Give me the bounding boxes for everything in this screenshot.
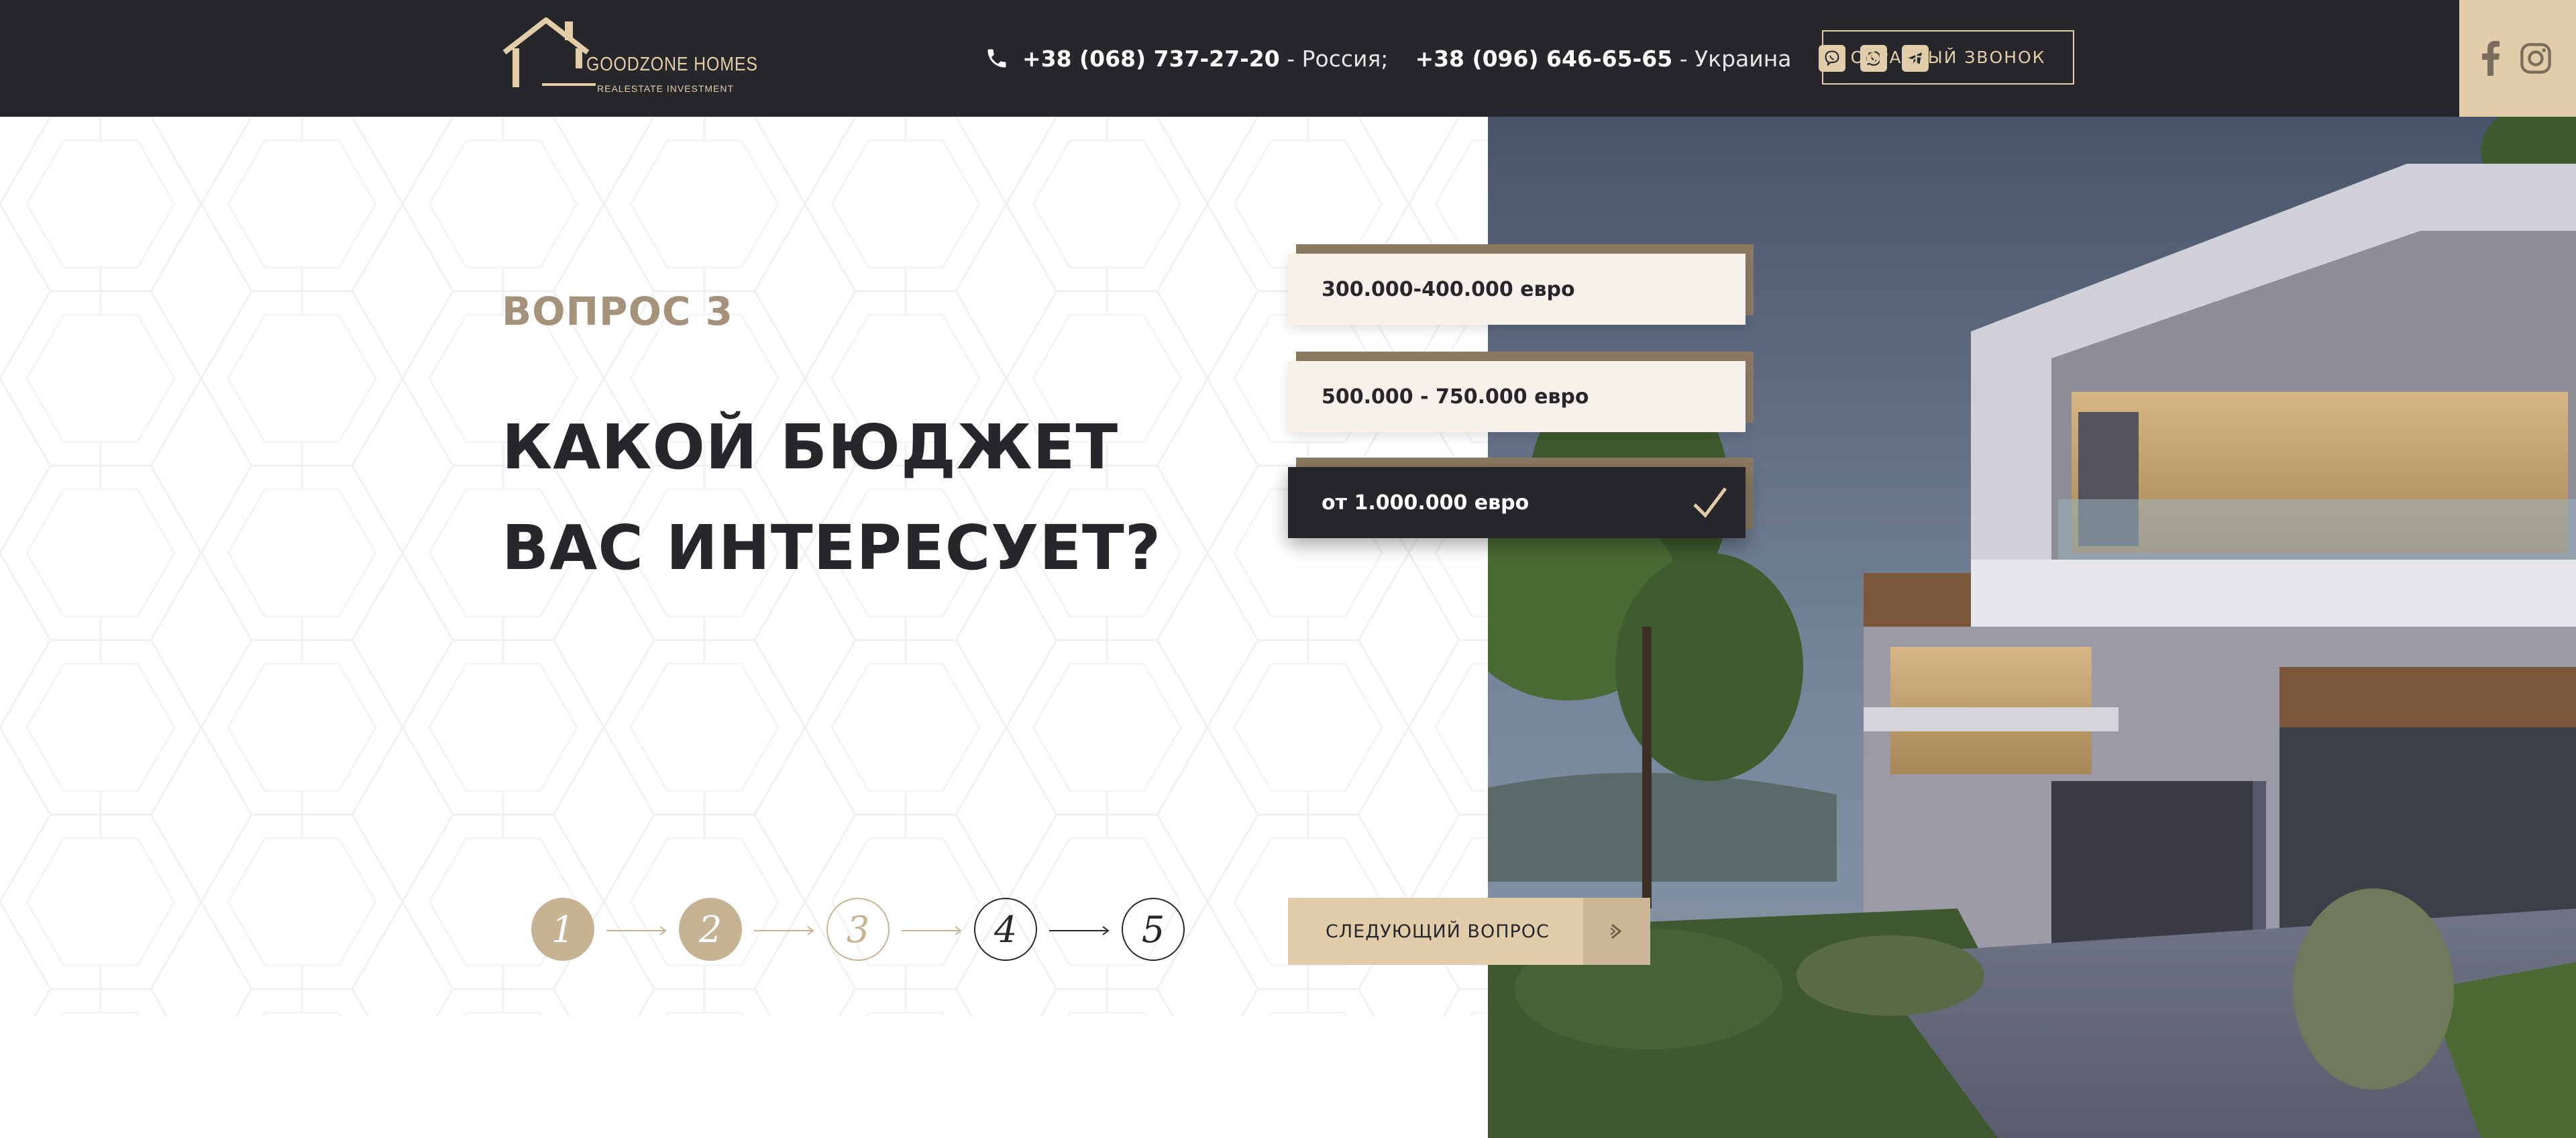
step-arrow-icon bbox=[754, 926, 814, 935]
next-question-label: СЛЕДУЮЩИЙ ВОПРОС bbox=[1326, 921, 1550, 942]
answer-option-label[interactable]: от 1.000.000 евро bbox=[1288, 467, 1746, 538]
phone-russia[interactable]: +38 (068) 737-27-20 - Россия; bbox=[1022, 46, 1388, 72]
step-3: 3 bbox=[826, 898, 890, 961]
phone-ukraine[interactable]: +38 (096) 646-65-65 - Украина bbox=[1415, 46, 1791, 72]
callback-button[interactable]: ОБРАТНЫЙ ЗВОНОК bbox=[1822, 30, 2074, 85]
house-logo-icon bbox=[502, 17, 596, 87]
phone-number-ukraine[interactable]: +38 (096) 646-65-65 bbox=[1415, 46, 1672, 72]
logo[interactable]: GOODZONE HOMES REALESTATE INVESTMENT bbox=[502, 17, 757, 101]
contact-phones: +38 (068) 737-27-20 - Россия; +38 (096) … bbox=[985, 42, 1929, 75]
next-question-button[interactable]: СЛЕДУЮЩИЙ ВОПРОС bbox=[1288, 898, 1650, 965]
phone-icon bbox=[987, 49, 1006, 68]
logo-name: GOODZONE HOMES bbox=[586, 54, 758, 75]
step-1: 1 bbox=[531, 898, 594, 961]
question-number: ВОПРОС 3 bbox=[502, 289, 733, 334]
background-pattern bbox=[0, 117, 1488, 1016]
question-title-line-2: ВАС ИНТЕРЕСУЕТ? bbox=[502, 512, 1162, 584]
answer-option-label[interactable]: 500.000 - 750.000 евро bbox=[1288, 361, 1746, 432]
phone-country-russia: - Россия; bbox=[1287, 45, 1389, 72]
answer-option-3[interactable]: от 1.000.000 евро bbox=[1288, 458, 1754, 538]
checkmark-icon bbox=[1693, 487, 1727, 518]
social-links bbox=[2459, 0, 2576, 117]
instagram-icon[interactable] bbox=[2518, 41, 2553, 76]
step-arrow-icon bbox=[1049, 926, 1110, 935]
question-title-line-1: КАКОЙ БЮДЖЕТ bbox=[502, 411, 1119, 483]
step-arrow-icon bbox=[902, 926, 962, 935]
step-4: 4 bbox=[974, 898, 1037, 961]
phone-number-russia[interactable]: +38 (068) 737-27-20 bbox=[1022, 46, 1280, 72]
step-2: 2 bbox=[679, 898, 742, 961]
answer-option-1[interactable]: 300.000-400.000 евро bbox=[1288, 244, 1754, 325]
answer-option-2[interactable]: 500.000 - 750.000 евро bbox=[1288, 352, 1754, 432]
phone-country-ukraine: - Украина bbox=[1679, 45, 1792, 72]
site-header: GOODZONE HOMES REALESTATE INVESTMENT +38… bbox=[0, 0, 2576, 117]
step-5: 5 bbox=[1122, 898, 1185, 961]
question-title: КАКОЙ БЮДЖЕТ ВАС ИНТЕРЕСУЕТ? bbox=[502, 397, 1240, 599]
next-arrow-icon[interactable] bbox=[1583, 898, 1650, 965]
logo-subtitle: REALESTATE INVESTMENT bbox=[597, 83, 735, 94]
step-arrow-icon bbox=[606, 926, 667, 935]
facebook-icon[interactable] bbox=[2482, 41, 2500, 76]
answer-option-label[interactable]: 300.000-400.000 евро bbox=[1288, 254, 1746, 325]
